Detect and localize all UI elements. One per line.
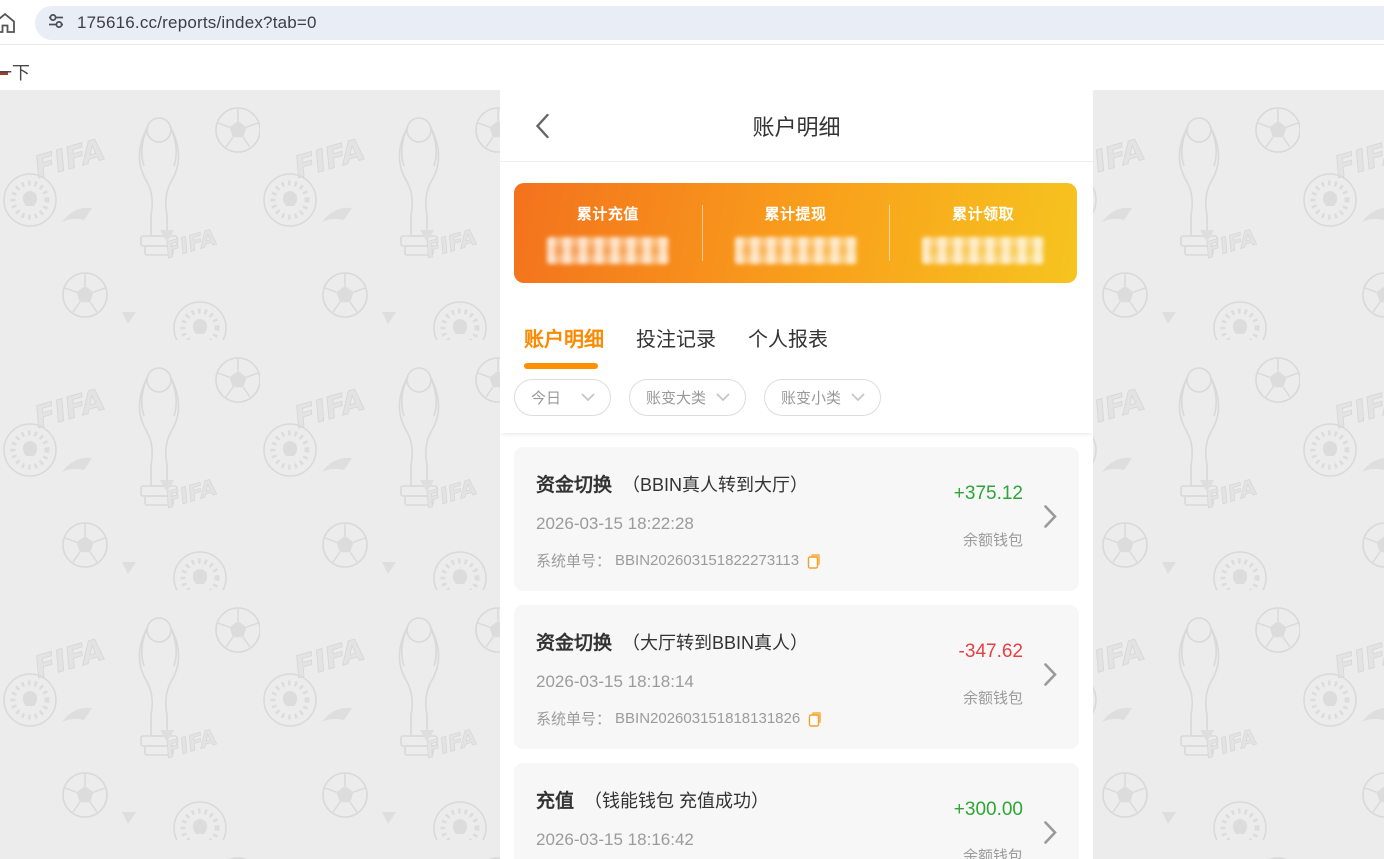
total-withdrawal: 累计提现 — [702, 203, 890, 264]
url-text: 175616.cc/reports/index?tab=0 — [77, 13, 317, 33]
panel-header: 账户明细 — [500, 90, 1093, 162]
transaction-amount: -347.62 — [959, 641, 1023, 663]
chevron-right-icon[interactable] — [1044, 821, 1057, 849]
transaction-row[interactable]: 充值 （钱能钱包 充值成功） 2026-03-15 18:16:42 系统单号：… — [514, 763, 1079, 859]
tab-personal-report-label: 个人报表 — [748, 323, 828, 352]
account-detail-panel: 账户明细 累计充值 累计提现 累计领取 账户明细 投注记录 — [500, 90, 1093, 859]
transaction-amount: +375.12 — [954, 483, 1023, 505]
home-icon[interactable] — [0, 12, 17, 39]
site-settings-icon[interactable] — [47, 12, 65, 35]
copy-icon[interactable] — [807, 553, 822, 569]
page-title: 账户明细 — [500, 90, 1093, 162]
total-deposit-label: 累计充值 — [577, 203, 639, 224]
order-number: BBIN202603151822273113 — [615, 552, 799, 569]
transaction-type: 充值 — [536, 786, 574, 813]
filter-major-category-dropdown[interactable]: 账变大类 — [629, 379, 746, 416]
report-tabs: 账户明细 投注记录 个人报表 — [500, 283, 1093, 369]
filter-date-dropdown[interactable]: 今日 — [514, 379, 611, 416]
address-bar[interactable]: 175616.cc/reports/index?tab=0 — [35, 6, 1384, 40]
filter-major-category-label: 账变大类 — [646, 387, 706, 408]
chevron-right-icon[interactable] — [1044, 663, 1057, 691]
tab-account-detail[interactable]: 账户明细 — [524, 323, 604, 369]
totals-summary-card: 累计充值 累计提现 累计领取 — [514, 183, 1077, 283]
order-number: BBIN202603151818131826 — [615, 710, 800, 727]
wallet-name: 余额钱包 — [963, 529, 1023, 550]
total-claimed-value-blurred — [922, 237, 1044, 264]
transaction-amount: +300.00 — [954, 799, 1023, 821]
clipped-bookmark-label: 一下 — [0, 59, 30, 85]
tab-account-detail-label: 账户明细 — [524, 323, 604, 352]
total-deposit-value-blurred — [547, 237, 669, 264]
total-claimed: 累计领取 — [889, 203, 1077, 264]
total-deposit: 累计充值 — [514, 203, 702, 264]
total-withdrawal-value-blurred — [735, 237, 857, 264]
transaction-row[interactable]: 资金切换 （大厅转到BBIN真人） 2026-03-15 18:18:14 系统… — [514, 605, 1079, 749]
order-number-label: 系统单号： — [536, 550, 611, 571]
transaction-list: 资金切换 （BBIN真人转到大厅） 2026-03-15 18:22:28 系统… — [500, 433, 1093, 859]
filter-minor-category-label: 账变小类 — [781, 387, 841, 408]
wallet-name: 余额钱包 — [963, 687, 1023, 708]
tab-personal-report[interactable]: 个人报表 — [748, 323, 828, 369]
filter-date-label: 今日 — [531, 387, 561, 408]
page-viewport: FIFA FIFA — [0, 90, 1384, 859]
transaction-detail: （大厅转到BBIN真人） — [622, 629, 808, 655]
tab-bet-records-label: 投注记录 — [636, 323, 716, 352]
chevron-down-icon — [716, 393, 730, 402]
transaction-detail: （BBIN真人转到大厅） — [622, 471, 808, 497]
total-withdrawal-label: 累计提现 — [765, 203, 827, 224]
chevron-right-icon[interactable] — [1044, 505, 1057, 533]
order-number-label: 系统单号： — [536, 708, 611, 729]
filter-minor-category-dropdown[interactable]: 账变小类 — [764, 379, 881, 416]
browser-toolbar: 175616.cc/reports/index?tab=0 — [0, 0, 1384, 45]
bookmark-strip: 一下 — [0, 46, 1384, 90]
transaction-type: 资金切换 — [536, 628, 612, 655]
copy-icon[interactable] — [808, 711, 823, 727]
transaction-row[interactable]: 资金切换 （BBIN真人转到大厅） 2026-03-15 18:22:28 系统… — [514, 447, 1079, 591]
total-claimed-label: 累计领取 — [952, 203, 1014, 224]
transaction-type: 资金切换 — [536, 470, 612, 497]
tab-bet-records[interactable]: 投注记录 — [636, 323, 716, 369]
wallet-name: 余额钱包 — [963, 845, 1023, 859]
filter-bar: 今日 账变大类 账变小类 — [500, 369, 1093, 433]
chevron-down-icon — [581, 393, 595, 402]
chevron-down-icon — [851, 393, 865, 402]
transaction-detail: （钱能钱包 充值成功） — [584, 787, 769, 813]
